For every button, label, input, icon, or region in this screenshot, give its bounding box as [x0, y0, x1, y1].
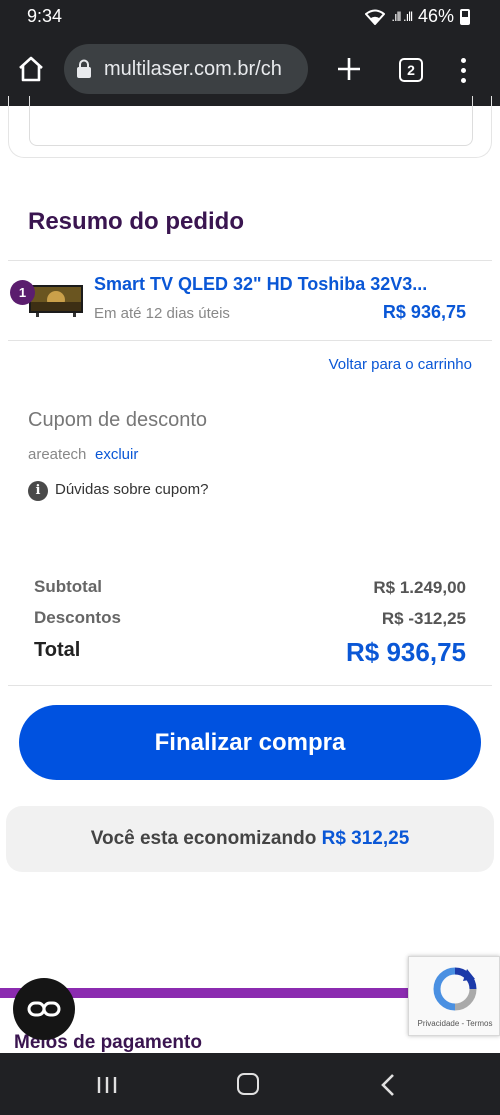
discount-label: Descontos	[34, 608, 121, 627]
browser-toolbar: 9:34 .ıll .ıll 46% multilaser.com.br/ch …	[0, 0, 500, 106]
coupon-label: Cupom de desconto	[28, 409, 208, 431]
recaptcha-links[interactable]: Privacidade - Termos	[409, 1019, 500, 1028]
subtotal-label: Subtotal	[34, 577, 102, 596]
savings-amount: R$ 312,25	[321, 828, 410, 849]
wifi-icon	[365, 9, 386, 25]
savings-banner: Você esta economizando R$ 312,25	[6, 806, 494, 872]
accessibility-button[interactable]	[13, 978, 75, 1040]
home-nav-icon[interactable]	[237, 1073, 259, 1095]
recaptcha-icon	[433, 967, 477, 1011]
signal-icon: .ıll .ıll	[391, 9, 413, 24]
remove-coupon-link[interactable]: excluir	[95, 446, 138, 463]
status-time: 9:34	[27, 6, 63, 26]
battery-percent: 46%	[417, 6, 454, 26]
divider	[8, 340, 492, 341]
divider	[8, 685, 492, 686]
battery-icon	[460, 8, 470, 25]
new-tab-icon[interactable]	[336, 56, 362, 82]
total-value: R$ 936,75	[346, 637, 466, 667]
info-icon[interactable]: i	[28, 481, 48, 501]
coupon-help-link[interactable]: Dúvidas sobre cupom?	[55, 481, 208, 498]
total-label: Total	[34, 639, 81, 661]
product-thumbnail[interactable]	[28, 284, 84, 318]
checkout-button[interactable]: Finalizar compra	[19, 705, 481, 780]
status-icons: .ıll .ıll 46%	[365, 6, 470, 27]
system-navigation-bar	[0, 1053, 500, 1115]
back-to-cart-link[interactable]: Voltar para o carrinho	[329, 356, 472, 373]
more-menu-icon[interactable]	[455, 55, 471, 85]
tab-switcher-button[interactable]: 2	[399, 58, 423, 82]
product-price: R$ 936,75	[382, 302, 466, 322]
previous-section-card	[8, 96, 492, 158]
home-icon[interactable]	[16, 54, 46, 84]
order-summary-title: Resumo do pedido	[28, 208, 244, 235]
recaptcha-badge[interactable]: Privacidade - Termos	[408, 956, 500, 1036]
savings-text: Você esta economizando	[90, 828, 317, 849]
url-text: multilaser.com.br/ch	[104, 58, 282, 80]
previous-section-field	[29, 96, 473, 146]
quantity-badge: 1	[10, 280, 35, 305]
subtotal-value: R$ 1.249,00	[373, 578, 466, 597]
lock-icon	[77, 59, 91, 78]
status-bar: 9:34 .ıll .ıll 46%	[0, 0, 500, 34]
recent-apps-icon[interactable]	[96, 1076, 118, 1094]
coupon-code: areatech	[28, 446, 87, 463]
glasses-icon	[27, 1001, 61, 1017]
divider	[8, 260, 492, 261]
back-icon[interactable]	[378, 1073, 398, 1097]
url-bar[interactable]: multilaser.com.br/ch	[64, 44, 308, 94]
shipping-estimate: Em até 12 dias úteis	[94, 305, 230, 322]
product-name-link[interactable]: Smart TV QLED 32" HD Toshiba 32V3...	[94, 274, 427, 295]
discount-value: R$ -312,25	[381, 609, 466, 628]
